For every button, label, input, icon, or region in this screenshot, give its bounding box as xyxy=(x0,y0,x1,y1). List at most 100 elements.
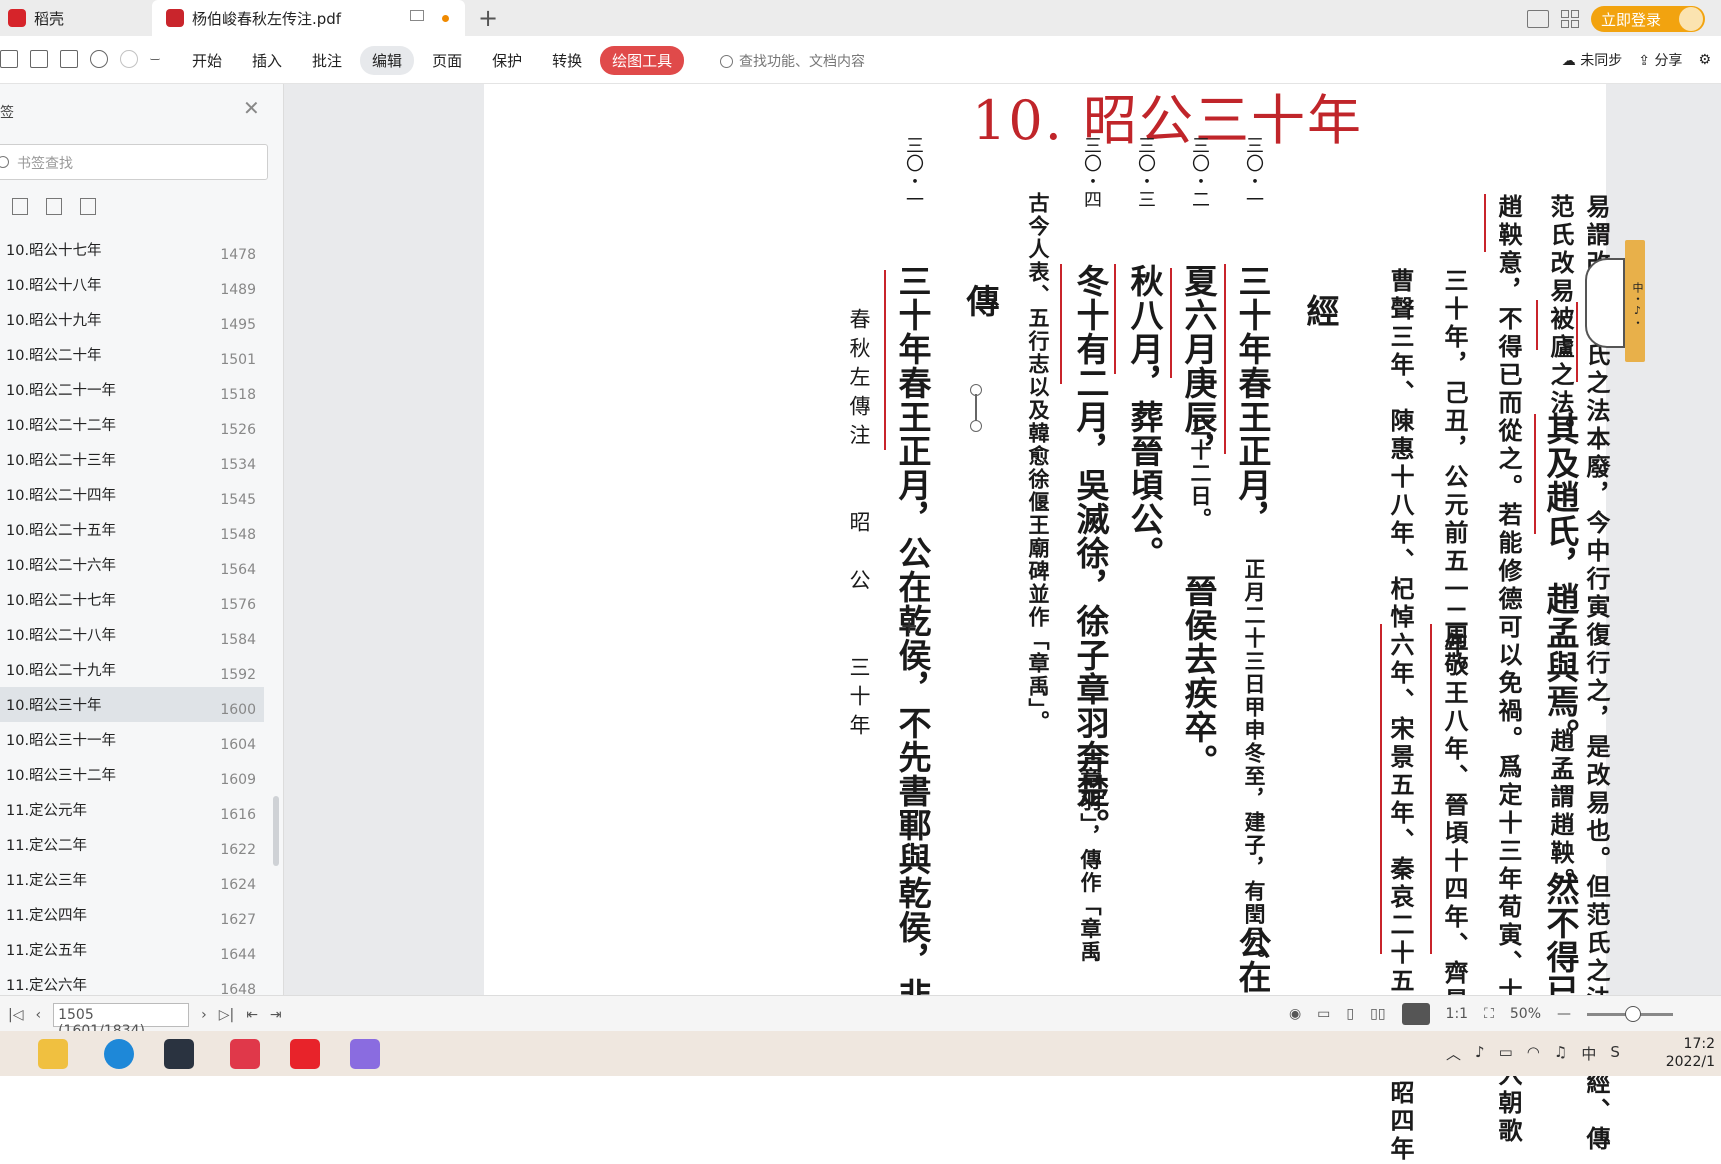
back-icon[interactable]: ⇤ xyxy=(246,1007,258,1023)
zoom-out-icon[interactable]: — xyxy=(1557,1006,1571,1022)
share-button[interactable]: ⇪ 分享 xyxy=(1638,50,1682,70)
bookmark-page-number: 1609 xyxy=(220,772,256,788)
feature-search[interactable]: 查找功能、文档内容 xyxy=(720,51,865,71)
menu-protect[interactable]: 保护 xyxy=(480,46,534,75)
bookmark-search-input[interactable]: 书签查找 xyxy=(0,144,268,180)
bookmark-item[interactable]: 10.昭公十七年 1478 xyxy=(0,232,264,267)
settings-gear-icon[interactable]: ⚙ xyxy=(1698,52,1711,68)
menu-insert[interactable]: 插入 xyxy=(240,46,294,75)
page-running-header: 春秋左傳注 昭 公 三十年 xyxy=(847,308,871,743)
apps-grid-icon[interactable] xyxy=(1560,10,1579,28)
chevron-up-icon[interactable]: ︿ xyxy=(1446,1043,1461,1064)
login-button[interactable]: 立即登录 xyxy=(1590,6,1705,32)
first-page-icon[interactable]: |◁ xyxy=(8,1007,23,1023)
app-tray-icon[interactable]: S xyxy=(1610,1043,1620,1064)
bookmark-label: 10.昭公三十二年 xyxy=(6,768,117,784)
tab-docer[interactable]: 稻壳 xyxy=(0,0,152,36)
bookmark-item[interactable]: 11.定公四年 1627 xyxy=(0,897,264,932)
bookmark-item[interactable]: 10.昭公三十二年 1609 xyxy=(0,757,264,792)
bookmark-label: 10.昭公二十四年 xyxy=(6,488,117,504)
input-method-icon[interactable]: 中 xyxy=(1581,1043,1596,1064)
collapse-bookmarks-icon[interactable] xyxy=(12,198,28,215)
edge-browser-icon[interactable] xyxy=(104,1039,134,1069)
bookmark-item[interactable]: 11.定公五年 1644 xyxy=(0,932,264,967)
open-folder-icon[interactable] xyxy=(0,50,18,68)
volume-icon[interactable]: ♫ xyxy=(1554,1043,1567,1064)
annotation-line xyxy=(884,270,886,450)
bookmark-item[interactable]: 10.昭公二十五年 1548 xyxy=(0,512,264,547)
two-page-icon[interactable]: ▯▯ xyxy=(1370,1006,1385,1022)
app-icon[interactable] xyxy=(350,1039,380,1069)
fit-page-icon[interactable]: ⛶ xyxy=(1484,1006,1494,1022)
bookmark-item[interactable]: 10.昭公十八年 1489 xyxy=(0,267,264,302)
floating-assistant-widget[interactable]: 中・♪・ xyxy=(1585,240,1645,362)
undo-icon[interactable] xyxy=(90,50,108,68)
single-page-icon[interactable]: ▭ xyxy=(1317,1006,1330,1022)
bookmark-page-number: 1616 xyxy=(220,807,256,823)
tab-pdf-document[interactable]: 杨伯峻春秋左传注.pdf xyxy=(152,0,465,36)
wps-icon[interactable] xyxy=(290,1039,320,1069)
forward-icon[interactable]: ⇥ xyxy=(270,1007,282,1023)
bookmark-item[interactable]: 10.昭公二十一年 1518 xyxy=(0,372,264,407)
menu-start[interactable]: 开始 xyxy=(180,46,234,75)
eye-protection-icon[interactable]: ◉ xyxy=(1289,1006,1301,1022)
menu-convert[interactable]: 转换 xyxy=(540,46,594,75)
menu-page[interactable]: 页面 xyxy=(420,46,474,75)
bookmark-item[interactable]: 11.定公元年 1616 xyxy=(0,792,264,827)
xmind-icon[interactable] xyxy=(230,1039,260,1069)
zoom-slider[interactable] xyxy=(1587,1005,1673,1022)
bookmark-label: 11.定公三年 xyxy=(6,873,88,889)
bookmark-item[interactable]: 10.昭公二十六年 1564 xyxy=(0,547,264,582)
bookmark-item[interactable]: 10.昭公二十四年 1545 xyxy=(0,477,264,512)
zoom-slider-handle[interactable] xyxy=(1625,1005,1641,1022)
sidebar-scrollbar[interactable] xyxy=(273,796,279,866)
bookmark-item[interactable]: 10.昭公三十年 1600 xyxy=(0,687,264,722)
next-page-icon[interactable]: › xyxy=(201,1007,207,1023)
shape-control-handle[interactable] xyxy=(970,384,982,432)
play-icon[interactable] xyxy=(1401,1003,1430,1025)
bookmark-page-number: 1627 xyxy=(220,912,256,928)
window-layout-icon[interactable] xyxy=(1526,10,1549,28)
save-icon[interactable] xyxy=(30,50,48,68)
last-page-icon[interactable]: ▷| xyxy=(219,1007,234,1023)
annotation-line xyxy=(1576,302,1578,382)
bookmark-label: 10.昭公三十一年 xyxy=(6,733,117,749)
print-icon[interactable] xyxy=(60,50,78,68)
bookmark-item[interactable]: 11.定公三年 1624 xyxy=(0,862,264,897)
clock[interactable]: 17:2 2022/1 xyxy=(1666,1035,1715,1071)
bookmark-page-number: 1622 xyxy=(220,842,256,858)
bookmark-item[interactable]: 10.昭公二十七年 1576 xyxy=(0,582,264,617)
page-number-input[interactable]: 1505 (1601/1834) xyxy=(53,1003,190,1039)
add-bookmark-icon[interactable] xyxy=(46,198,62,215)
redo-icon[interactable] xyxy=(120,50,138,68)
bookmark-item[interactable]: 10.昭公二十八年 1584 xyxy=(0,617,264,652)
bookmark-item[interactable]: 10.昭公二十三年 1534 xyxy=(0,442,264,477)
prev-page-icon[interactable]: ‹ xyxy=(35,1007,41,1023)
menu-annotate[interactable]: 批注 xyxy=(300,46,354,75)
close-icon[interactable]: ✕ xyxy=(243,96,260,120)
actual-size-icon[interactable]: 1:1 xyxy=(1446,1006,1469,1022)
bookmark-item[interactable]: 10.昭公三十一年 1604 xyxy=(0,722,264,757)
bookmark-item[interactable]: 10.昭公二十二年 1526 xyxy=(0,407,264,442)
battery-icon[interactable]: ▭ xyxy=(1499,1043,1513,1064)
bookmark-page-number: 1600 xyxy=(220,702,256,718)
wifi-icon[interactable]: ◠ xyxy=(1527,1043,1540,1064)
bookmark-icon[interactable] xyxy=(80,198,96,215)
bookmark-item[interactable]: 11.定公二年 1622 xyxy=(0,827,264,862)
bookmark-item[interactable]: 10.昭公十九年 1495 xyxy=(0,302,264,337)
continuous-page-icon[interactable]: ▯ xyxy=(1346,1006,1354,1022)
file-explorer-icon[interactable] xyxy=(38,1039,68,1069)
sync-status[interactable]: ☁ 未同步 xyxy=(1562,50,1622,70)
monitor-icon[interactable] xyxy=(410,10,424,21)
menu-edit[interactable]: 编辑 xyxy=(360,46,415,75)
microphone-icon[interactable]: ♪ xyxy=(1475,1043,1485,1064)
zoom-value[interactable]: 50% xyxy=(1510,1006,1541,1022)
bookmark-page-number: 1495 xyxy=(220,317,256,333)
text-column: 「章羽」，傳作「章禹 xyxy=(1078,744,1103,964)
new-tab-plus-icon[interactable]: + xyxy=(478,4,498,32)
menu-drawing-tools[interactable]: 绘图工具 xyxy=(600,46,685,75)
more-chevron-icon[interactable] xyxy=(150,50,160,60)
bookmark-item[interactable]: 10.昭公二十九年 1592 xyxy=(0,652,264,687)
bookmark-item[interactable]: 10.昭公二十年 1501 xyxy=(0,337,264,372)
app-icon[interactable] xyxy=(164,1039,194,1069)
